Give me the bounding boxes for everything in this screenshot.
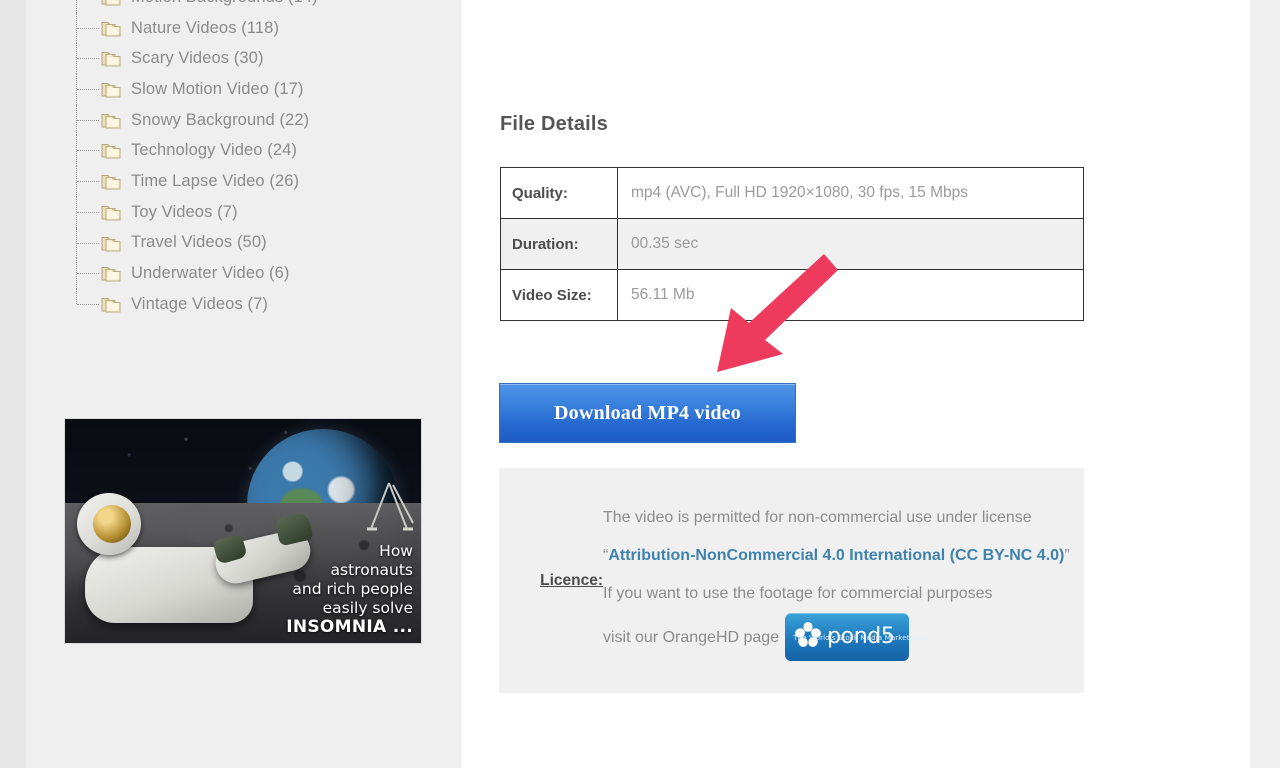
folder-icon bbox=[101, 111, 122, 129]
tree-branch-line bbox=[77, 89, 99, 91]
pond5-tagline: The World's Stock Media Marketplace bbox=[793, 632, 930, 642]
folder-icon bbox=[101, 172, 122, 190]
folder-icon bbox=[101, 0, 122, 6]
sidebar-category-item[interactable]: Travel Videos (50) bbox=[76, 227, 456, 259]
folder-icon bbox=[101, 295, 122, 313]
category-tree: Motion Backgrounds (14) Nature Videos (1… bbox=[76, 0, 456, 320]
tree-branch-line bbox=[77, 242, 99, 244]
sidebar-category-item[interactable]: Motion Backgrounds (14) bbox=[76, 0, 456, 13]
advert-caption: How astronauts and rich people easily so… bbox=[286, 542, 413, 637]
licence-panel: Licence: The video is permitted for non-… bbox=[499, 468, 1084, 693]
table-cell-value: 56.11 Mb bbox=[617, 269, 1084, 321]
pond5-logo[interactable]: pond5 The World's Stock Media Marketplac… bbox=[785, 612, 929, 661]
file-details-table: Quality: mp4 (AVC), Full HD 1920×1080, 30… bbox=[500, 167, 1084, 321]
sidebar-category-item[interactable]: Snowy Background (22) bbox=[76, 104, 456, 136]
sidebar-category-item[interactable]: Nature Videos (118) bbox=[76, 12, 456, 44]
folder-icon bbox=[101, 264, 122, 282]
tree-branch-line bbox=[77, 211, 99, 213]
sidebar-category-item[interactable]: Time Lapse Video (26) bbox=[76, 166, 456, 197]
sidebar-category-label: Slow Motion Video (17) bbox=[131, 79, 304, 98]
sidebar-category-label: Underwater Video (6) bbox=[131, 264, 290, 283]
tree-branch-line bbox=[77, 303, 99, 305]
table-cell-value: mp4 (AVC), Full HD 1920×1080, 30 fps, 15… bbox=[617, 167, 1084, 219]
download-mp4-video-button[interactable]: Download MP4 video bbox=[499, 383, 796, 443]
licence-commercial-text: If you want to use the footage for comme… bbox=[603, 584, 993, 602]
sidebar-category-label: Travel Videos (50) bbox=[131, 233, 267, 252]
sidebar-category-label: Toy Videos (7) bbox=[131, 202, 238, 221]
licence-cc-link[interactable]: Attribution-NonCommercial 4.0 Internatio… bbox=[608, 547, 1064, 564]
folder-icon bbox=[101, 49, 122, 67]
tree-stem-line bbox=[76, 0, 77, 13]
sidebar-category-label: Motion Backgrounds (14) bbox=[131, 0, 318, 7]
advert-astronaut-visor bbox=[93, 505, 131, 543]
licence-visit-text: visit our OrangeHD page bbox=[603, 628, 780, 646]
sidebar-category-item[interactable]: Slow Motion Video (17) bbox=[76, 74, 456, 105]
tree-stem-line bbox=[76, 288, 77, 305]
sidebar-category-label: Nature Videos (118) bbox=[131, 18, 280, 37]
folder-icon bbox=[101, 80, 122, 98]
advert-caption-line-4: easily solve bbox=[322, 599, 413, 617]
tree-branch-line bbox=[77, 273, 99, 275]
sidebar-category-item[interactable]: Technology Video (24) bbox=[76, 135, 456, 167]
advert-caption-line-1: How bbox=[379, 542, 413, 560]
sidebar-category-label: Scary Videos (30) bbox=[131, 49, 264, 68]
tree-branch-line bbox=[77, 58, 99, 60]
sidebar-category-item[interactable]: Underwater Video (6) bbox=[76, 258, 456, 289]
sidebar-advert-banner[interactable]: How astronauts and rich people easily so… bbox=[64, 418, 422, 644]
advert-lunar-lander-icon bbox=[363, 479, 415, 535]
licence-label: Licence: bbox=[540, 571, 603, 589]
advert-caption-line-2: astronauts bbox=[330, 561, 413, 579]
table-cell-label: Duration: bbox=[500, 218, 618, 270]
folder-icon bbox=[101, 234, 122, 252]
sidebar-category-item[interactable]: Toy Videos (7) bbox=[76, 196, 456, 228]
tree-branch-line bbox=[77, 27, 99, 29]
licence-quote-close: ” bbox=[1064, 546, 1070, 564]
sidebar-category-label: Snowy Background (22) bbox=[131, 110, 310, 129]
licence-text: The video is permitted for non-commercia… bbox=[603, 499, 1084, 663]
table-cell-label: Video Size: bbox=[500, 269, 618, 321]
table-row: Video Size: 56.11 Mb bbox=[500, 269, 1084, 321]
page-root: Motion Backgrounds (14) Nature Videos (1… bbox=[0, 0, 1280, 768]
table-row: Quality: mp4 (AVC), Full HD 1920×1080, 30… bbox=[500, 167, 1084, 219]
page-gutter-left bbox=[0, 0, 26, 768]
sidebar-category-label: Time Lapse Video (26) bbox=[131, 171, 300, 190]
tree-branch-line bbox=[77, 181, 99, 183]
tree-branch-line bbox=[77, 150, 99, 152]
page-title: File Details bbox=[500, 113, 608, 135]
folder-icon bbox=[101, 141, 122, 159]
tree-branch-line bbox=[77, 119, 99, 121]
sidebar-category-label: Vintage Videos (7) bbox=[131, 294, 268, 313]
sidebar-category-label: Technology Video (24) bbox=[131, 141, 297, 160]
page-gutter-right bbox=[1250, 0, 1280, 768]
advert-caption-line-5: INSOMNIA ... bbox=[286, 617, 413, 637]
sidebar-category-item[interactable]: Vintage Videos (7) bbox=[76, 288, 456, 320]
sidebar-category-item[interactable]: Scary Videos (30) bbox=[76, 43, 456, 75]
folder-icon bbox=[101, 203, 122, 221]
folder-icon bbox=[101, 19, 122, 37]
table-row: Duration: 00.35 sec bbox=[500, 218, 1084, 270]
advert-caption-line-3: and rich people bbox=[292, 580, 413, 598]
table-cell-label: Quality: bbox=[500, 167, 618, 219]
table-cell-value: 00.35 sec bbox=[617, 218, 1084, 270]
